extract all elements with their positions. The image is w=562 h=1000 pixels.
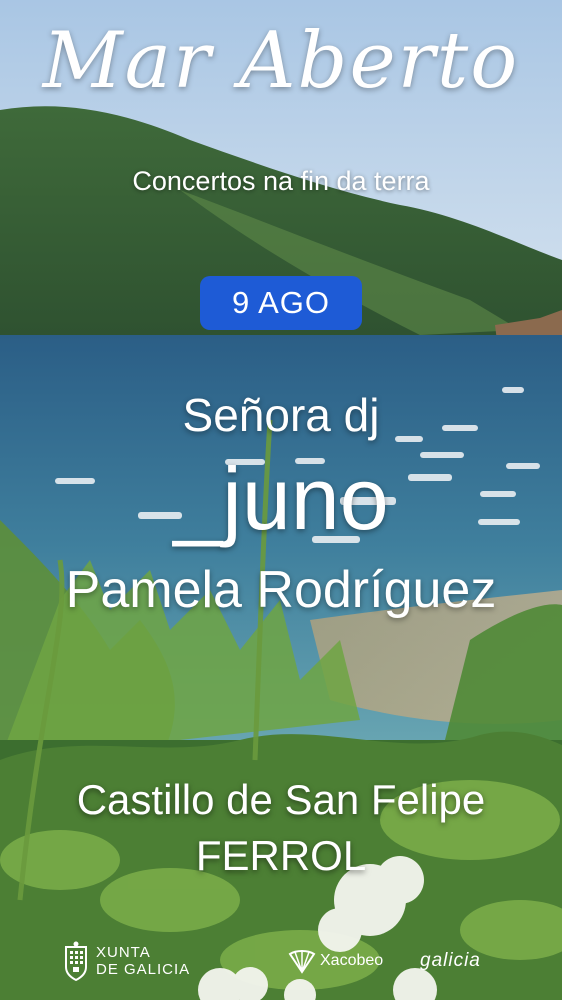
xacobeo-text: Xacobeo xyxy=(320,952,384,969)
venue-name: Castillo de San Felipe xyxy=(76,776,486,823)
galicia-text: galicia xyxy=(420,950,481,971)
xunta-crest-icon xyxy=(65,941,87,981)
xacobeo-logo: Xacobeo xyxy=(288,936,383,986)
xunta-logo: XUNTA DE GALICIA xyxy=(62,936,190,986)
poster-subtitle: Concertos na fin da terra xyxy=(132,166,430,196)
event-poster: Mar Aberto Concertos na fin da terra 9 A… xyxy=(0,0,562,1000)
xunta-line: DE GALICIA xyxy=(96,961,191,978)
artist-name: _juno xyxy=(173,449,389,548)
xunta-line: XUNTA xyxy=(96,944,151,961)
xacobeo-shell-icon xyxy=(288,950,316,974)
date-badge: 9 AGO xyxy=(200,276,362,330)
artist-name: Señora dj xyxy=(182,389,380,441)
poster-title: Mar Aberto xyxy=(42,16,520,106)
artist-name: Pamela Rodríguez xyxy=(65,561,497,619)
city-name: FERROL xyxy=(195,832,367,879)
galicia-logo: galicia xyxy=(420,936,481,986)
